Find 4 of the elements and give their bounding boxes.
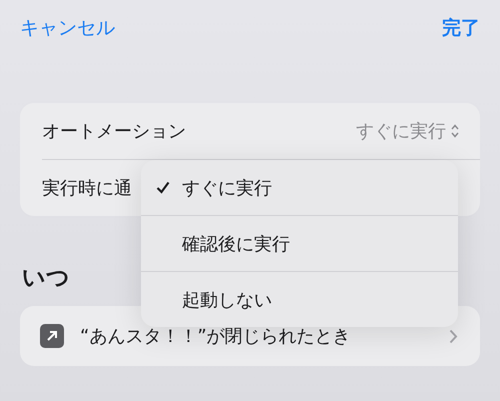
setting-label: オートメーション xyxy=(42,120,186,143)
trigger-label: “あんスタ！！”が閉じられたとき xyxy=(80,325,352,348)
setting-label: 実行時に通 xyxy=(42,177,132,200)
section-title: いつ xyxy=(22,264,70,293)
